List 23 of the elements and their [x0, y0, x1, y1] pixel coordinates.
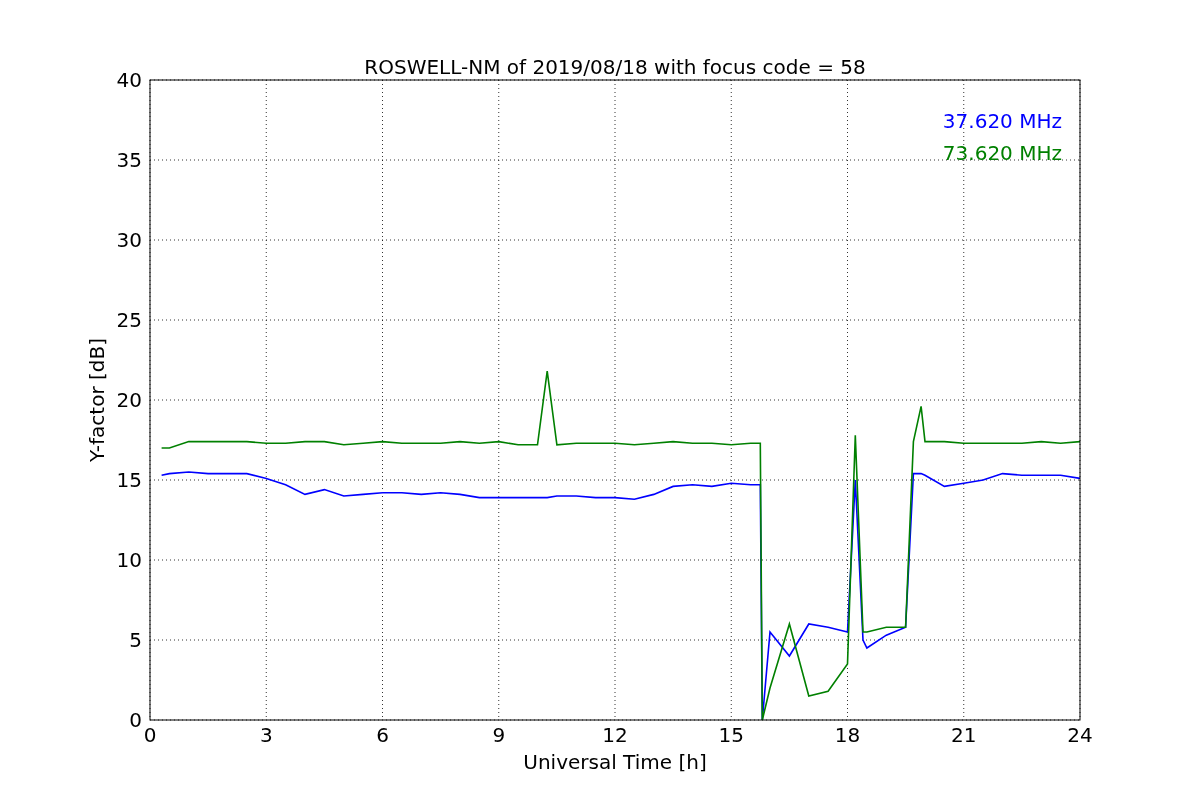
- x-axis-label: Universal Time [h]: [523, 750, 707, 774]
- y-tick-label: 40: [116, 68, 142, 92]
- x-tick-label: 12: [602, 723, 628, 747]
- x-tick-label: 18: [834, 723, 861, 747]
- legend-label: 37.620 MHz: [942, 109, 1062, 133]
- y-tick-label: 5: [129, 628, 142, 652]
- x-tick-label: 3: [259, 723, 273, 747]
- y-tick-label: 25: [116, 308, 142, 332]
- y-axis-label: Y-factor [dB]: [85, 338, 109, 462]
- y-tick-label: 0: [129, 708, 142, 732]
- y-tick-label: 30: [116, 228, 142, 252]
- x-tick-label: 9: [492, 723, 506, 747]
- y-tick-label: 15: [116, 468, 142, 492]
- legend-label: 73.620 MHz: [942, 141, 1062, 165]
- x-tick-label: 24: [1067, 723, 1093, 747]
- x-tick-label: 21: [951, 723, 977, 747]
- x-tick-label: 15: [718, 723, 744, 747]
- y-tick-label: 10: [116, 548, 142, 572]
- x-tick-label: 0: [143, 723, 157, 747]
- y-tick-label: 35: [116, 148, 142, 172]
- y-tick-label: 20: [116, 388, 142, 412]
- chart-title: ROSWELL-NM of 2019/08/18 with focus code = 58: [364, 55, 866, 79]
- x-tick-label: 6: [376, 723, 389, 747]
